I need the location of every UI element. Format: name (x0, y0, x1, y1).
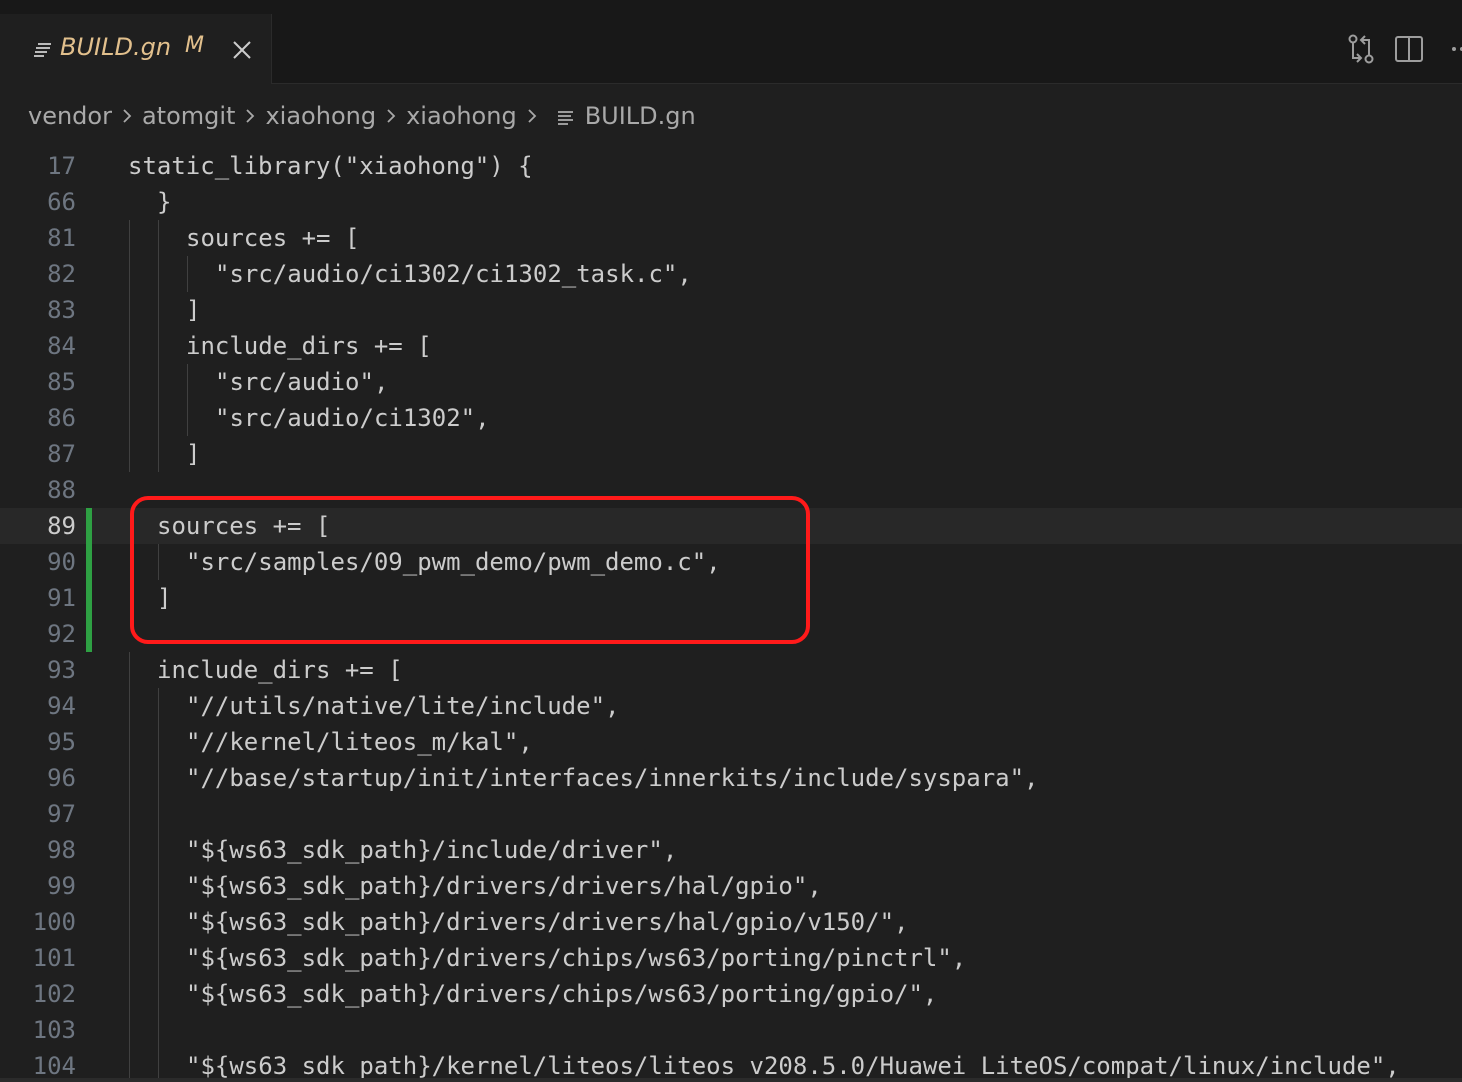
code-text: "//kernel/liteos_m/kal", (186, 728, 533, 756)
line-number: 97 (47, 800, 76, 828)
code-line[interactable]: 100 "${ws63_sdk_path}/drivers/drivers/hal… (0, 904, 1462, 940)
modified-badge: M (185, 33, 204, 58)
code-text: ] (186, 296, 201, 324)
breadcrumb-item-file[interactable]: BUILD.gn (585, 102, 696, 130)
code-text: sources += [ (186, 224, 360, 252)
file-lines-icon (33, 40, 53, 60)
chevron-right-icon (376, 106, 406, 126)
line-number: 96 (47, 764, 76, 792)
line-number: 92 (47, 620, 76, 648)
breadcrumb: vendor atomgit xiaohong xiaohong BUILD.g… (28, 96, 696, 136)
tab-build-gn[interactable]: BUILD.gn M (0, 14, 272, 84)
compare-changes-icon[interactable] (1344, 32, 1378, 66)
line-number: 95 (47, 728, 76, 756)
code-line[interactable]: 83] (0, 292, 1462, 328)
code-line[interactable]: 87] (0, 436, 1462, 472)
tab-title: BUILD.gn (60, 33, 172, 61)
code-line[interactable]: 102 "${ws63_sdk_path}/drivers/chips/ws63/… (0, 976, 1462, 1012)
code-line[interactable]: 84 include_dirs += [ (0, 328, 1462, 364)
line-number: 101 (32, 944, 76, 972)
chevron-right-icon (517, 106, 547, 126)
line-number: 99 (47, 872, 76, 900)
indent-guide (129, 220, 130, 472)
indent-guide (187, 364, 188, 436)
indent-guide (158, 220, 159, 472)
code-text: "src/audio/ci1302/ci1302_task.c", (215, 260, 692, 288)
line-number: 66 (47, 188, 76, 216)
code-text: ] (186, 440, 201, 468)
code-line[interactable]: 103 (0, 1012, 1462, 1048)
breadcrumb-item-atomgit[interactable]: atomgit (142, 102, 236, 130)
line-number: 91 (47, 584, 76, 612)
line-number: 84 (47, 332, 76, 360)
chevron-right-icon (112, 106, 142, 126)
line-number: 81 (47, 224, 76, 252)
code-text: "src/audio", (215, 368, 389, 396)
line-number: 93 (47, 656, 76, 684)
code-text: "src/audio/ci1302", (215, 404, 490, 432)
code-text: "${ws63_sdk_path}/drivers/drivers/hal/gp… (186, 872, 822, 900)
line-number: 102 (32, 980, 76, 1008)
code-line[interactable]: 66} (0, 184, 1462, 220)
git-modified-gutter[interactable] (86, 508, 92, 652)
breadcrumb-item-vendor[interactable]: vendor (28, 102, 112, 130)
line-number: 103 (32, 1016, 76, 1044)
code-text: include_dirs += [ (157, 656, 403, 684)
line-number: 86 (47, 404, 76, 432)
chevron-right-icon (235, 106, 265, 126)
code-text: include_dirs += [ (186, 332, 432, 360)
line-number: 87 (47, 440, 76, 468)
code-text: "${ws63_sdk_path}/drivers/chips/ws63/por… (186, 980, 938, 1008)
code-text: "${ws63_sdk_path}/include/driver", (186, 836, 678, 864)
more-actions-icon[interactable] (1448, 32, 1462, 66)
code-line[interactable]: 97 (0, 796, 1462, 832)
code-line[interactable]: 93 include_dirs += [ (0, 652, 1462, 688)
code-line[interactable]: 86 "src/audio/ci1302", (0, 400, 1462, 436)
code-line[interactable]: 96 "//base/startup/init/interfaces/innerk… (0, 760, 1462, 796)
code-text: static_library("xiaohong") { (128, 152, 533, 180)
breadcrumb-item-xiaohong-sub[interactable]: xiaohong (406, 102, 517, 130)
code-text: "${ws63_sdk_path}/drivers/chips/ws63/por… (186, 944, 967, 972)
line-number: 89 (47, 512, 76, 540)
code-line[interactable]: 17 static_library("xiaohong") { (0, 148, 1462, 184)
code-text: "//utils/native/lite/include", (186, 692, 620, 720)
title-strip (0, 0, 1462, 14)
code-text: "${ws63_sdk_path}/drivers/drivers/hal/gp… (186, 908, 909, 936)
code-text: } (157, 188, 172, 216)
code-line[interactable]: 94 "//utils/native/lite/include", (0, 688, 1462, 724)
tab-bar: BUILD.gn M (0, 14, 1462, 84)
code-line[interactable]: 81 sources += [ (0, 220, 1462, 256)
code-line[interactable]: 101 "${ws63_sdk_path}/drivers/chips/ws63/… (0, 940, 1462, 976)
line-number: 90 (47, 548, 76, 576)
line-number: 94 (47, 692, 76, 720)
split-editor-icon[interactable] (1392, 32, 1426, 66)
line-number: 85 (47, 368, 76, 396)
annotation-highlight-box (130, 496, 810, 644)
code-line[interactable]: 95 "//kernel/liteos_m/kal", (0, 724, 1462, 760)
breadcrumb-item-xiaohong[interactable]: xiaohong (265, 102, 376, 130)
code-text: "//base/startup/init/interfaces/innerkit… (186, 764, 1039, 792)
line-number: 104 (32, 1052, 76, 1080)
code-line[interactable]: 98 "${ws63_sdk_path}/include/driver", (0, 832, 1462, 868)
code-line[interactable]: 104 "${ws63_sdk_path}/kernel/liteos/liteo… (0, 1048, 1462, 1082)
editor-window: BUILD.gn M vendor atomgit xiaohong xiaoh… (0, 0, 1462, 1082)
line-number: 100 (32, 908, 76, 936)
code-line[interactable]: 99 "${ws63_sdk_path}/drivers/drivers/hal/… (0, 868, 1462, 904)
indent-guide (158, 688, 159, 1082)
horizontal-scrollbar[interactable] (0, 1078, 1462, 1082)
line-number: 88 (47, 476, 76, 504)
file-lines-icon (555, 106, 575, 126)
line-number: 82 (47, 260, 76, 288)
line-number: 17 (47, 152, 76, 180)
code-text: "${ws63_sdk_path}/kernel/liteos/liteos_v… (186, 1052, 1400, 1080)
line-number: 98 (47, 836, 76, 864)
code-line[interactable]: 85 "src/audio", (0, 364, 1462, 400)
code-line[interactable]: 82 "src/audio/ci1302/ci1302_task.c", (0, 256, 1462, 292)
line-number: 83 (47, 296, 76, 324)
indent-guide (187, 256, 188, 292)
close-icon[interactable] (230, 38, 254, 62)
indent-guide (129, 652, 130, 1082)
